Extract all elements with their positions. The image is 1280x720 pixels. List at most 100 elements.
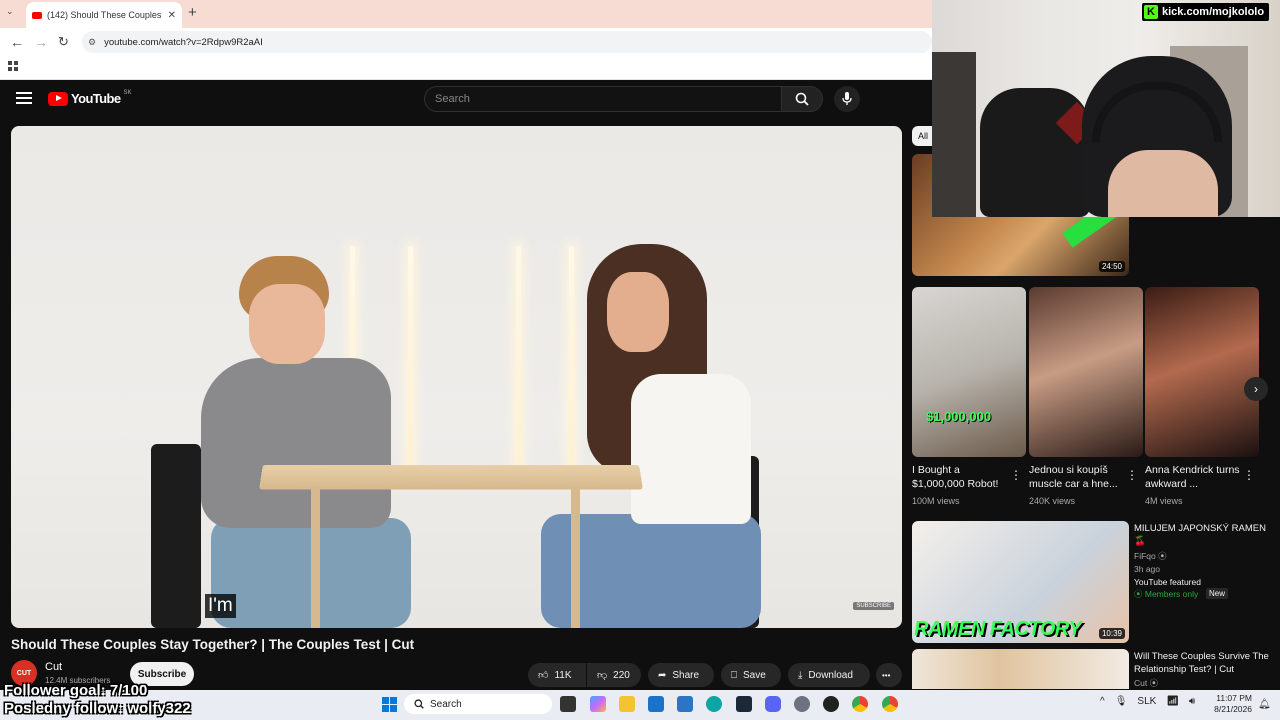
search-input[interactable]: Search (424, 86, 782, 112)
man-figure (201, 256, 411, 628)
chip-all[interactable]: All (912, 126, 932, 146)
dislike-button[interactable]: 👎︎ 220 (587, 663, 641, 687)
follower-goal-text: Follower goal: 7/100 (4, 682, 148, 699)
edge-icon[interactable] (706, 696, 722, 712)
apps-grid-icon[interactable] (8, 61, 18, 71)
short-views: 100M views (912, 496, 960, 506)
share-button[interactable]: ➦ Share (648, 663, 714, 687)
tab-close-icon[interactable]: ✕ (168, 10, 176, 21)
short-menu-icon[interactable]: ⋮ (1126, 468, 1138, 482)
new-tab-button[interactable]: + (188, 4, 197, 21)
youtube-favicon-icon (32, 11, 42, 19)
bookmarks-bar (0, 56, 932, 80)
short-overlay-text: $1,000,000 (926, 409, 992, 424)
browser-tab-active[interactable]: (142) Should These Couples Sta ✕ (26, 2, 182, 28)
shorts-next-button[interactable]: › (1244, 377, 1268, 401)
short-title[interactable]: Jednou si koupíš muscle car a hne... (1029, 463, 1129, 491)
chrome-icon[interactable] (852, 696, 868, 712)
kick-handle: kick.com/mojkololo (1162, 6, 1265, 18)
settings-gear-icon[interactable] (794, 696, 810, 712)
discord-icon[interactable] (765, 696, 781, 712)
short-title[interactable]: I Bought a $1,000,000 Robot! (912, 463, 1012, 491)
new-badge: New (1206, 588, 1229, 599)
language-indicator[interactable]: SLK (1137, 696, 1156, 707)
site-info-icon[interactable]: ⚙ (88, 37, 96, 48)
recommended-age: 3h ago (1134, 564, 1160, 574)
recommended-thumbnail[interactable] (912, 649, 1129, 689)
light-tube (516, 246, 521, 476)
wifi-icon[interactable]: 📶︎ (1166, 696, 1179, 707)
reload-icon[interactable]: ↻ (58, 34, 69, 50)
last-follow-text: Posledny follow: wolfy322 (4, 700, 191, 717)
members-only-badge: ⦿ Members only (1134, 589, 1199, 599)
menu-hamburger-icon[interactable] (16, 92, 32, 104)
tab-title: (142) Should These Couples Sta (47, 10, 163, 20)
outlook-icon[interactable] (677, 696, 693, 712)
address-bar[interactable]: ⚙ youtube.com/watch?v=2Rdpw9R2aAI (82, 31, 932, 53)
subscribe-watermark[interactable]: SUBSCRIBE (853, 602, 894, 610)
like-count: 11K (554, 669, 572, 681)
chrome-icon[interactable] (882, 696, 898, 712)
download-button[interactable]: ⤓ Download (788, 663, 870, 687)
windows-start-icon[interactable] (382, 697, 397, 712)
download-label: Download (808, 669, 853, 681)
youtube-play-icon (48, 91, 68, 106)
file-explorer-icon[interactable] (619, 696, 635, 712)
youtube-wordmark: YouTube (71, 91, 121, 106)
short-views: 4M views (1145, 496, 1183, 506)
taskbar-search-label: Search (430, 698, 462, 710)
save-button[interactable]: ⎕ Save (721, 663, 781, 687)
forward-icon[interactable]: → (34, 34, 48, 50)
video-duration: 24:50 (1098, 261, 1125, 272)
microphone-tray-icon[interactable]: 🎙︎ (1115, 696, 1128, 707)
clock-date: 8/21/2026 (1214, 704, 1252, 714)
thumbnail-text: RAMEN FACTORY (914, 618, 1082, 640)
obs-icon[interactable] (823, 696, 839, 712)
copilot-icon[interactable] (590, 696, 606, 712)
channel-name[interactable]: Cut (45, 661, 62, 673)
short-thumbnail[interactable] (1029, 287, 1143, 457)
short-menu-icon[interactable]: ⋮ (1243, 468, 1255, 482)
kick-logo-icon: K (1144, 5, 1158, 19)
thumbs-down-icon: 👎︎ (597, 670, 608, 681)
steam-icon[interactable] (736, 696, 752, 712)
share-label: Share (672, 669, 700, 681)
search-button[interactable] (781, 86, 823, 112)
more-actions-button[interactable]: ••• (876, 663, 902, 687)
short-title[interactable]: Anna Kendrick turns awkward ... (1145, 463, 1245, 491)
notification-bell-icon[interactable]: 🔔︎ (1258, 699, 1271, 710)
taskbar-search[interactable]: Search (404, 694, 552, 714)
recommended-channel[interactable]: Cut ⦿ (1134, 677, 1158, 689)
task-view-icon[interactable] (560, 696, 576, 712)
like-button[interactable]: 👍︎ 11K (528, 663, 586, 687)
short-thumbnail[interactable] (1145, 287, 1259, 457)
clock-time: 11:07 PM (1216, 693, 1252, 703)
dislike-count: 220 (613, 669, 630, 681)
recommended-thumbnail[interactable]: RAMEN FACTORY 10:39 (912, 521, 1129, 643)
featured-label: YouTube featured (1134, 577, 1201, 587)
video-duration: 10:39 (1098, 628, 1125, 639)
country-code: SK (123, 89, 132, 96)
youtube-logo[interactable]: YouTube SK (48, 89, 132, 106)
chair-left (151, 444, 201, 628)
short-menu-icon[interactable]: ⋮ (1010, 468, 1022, 482)
table-leg (571, 486, 580, 628)
voice-search-button[interactable] (834, 86, 860, 112)
video-title: Should These Couples Stay Together? | Th… (11, 637, 415, 652)
recommended-title[interactable]: MILUJEM JAPONSKÝ RAMEN 🍒 (1134, 522, 1274, 548)
save-label: Save (743, 669, 766, 681)
search-icon (414, 699, 424, 709)
video-player[interactable]: I'm SUBSCRIBE (11, 126, 902, 628)
tab-search-chevron-icon[interactable]: ⌄ (6, 6, 14, 17)
recommended-title[interactable]: Will These Couples Survive The Relations… (1134, 650, 1274, 676)
kick-handle-badge: K kick.com/mojkololo (1142, 3, 1270, 21)
tray-overflow-icon[interactable]: ^ (1100, 696, 1105, 707)
table-leg (311, 486, 320, 628)
volume-icon[interactable]: 🔊︎ (1189, 696, 1195, 707)
thumbs-up-icon: 👍︎ (538, 670, 549, 681)
recommended-channel[interactable]: FiFqo ⦿ (1134, 550, 1167, 562)
back-icon[interactable]: ← (10, 34, 24, 50)
short-thumbnail[interactable]: $1,000,000 (912, 287, 1026, 457)
store-icon[interactable] (648, 696, 664, 712)
taskbar-clock[interactable]: 11:07 PM 8/21/2026 (1208, 693, 1252, 715)
